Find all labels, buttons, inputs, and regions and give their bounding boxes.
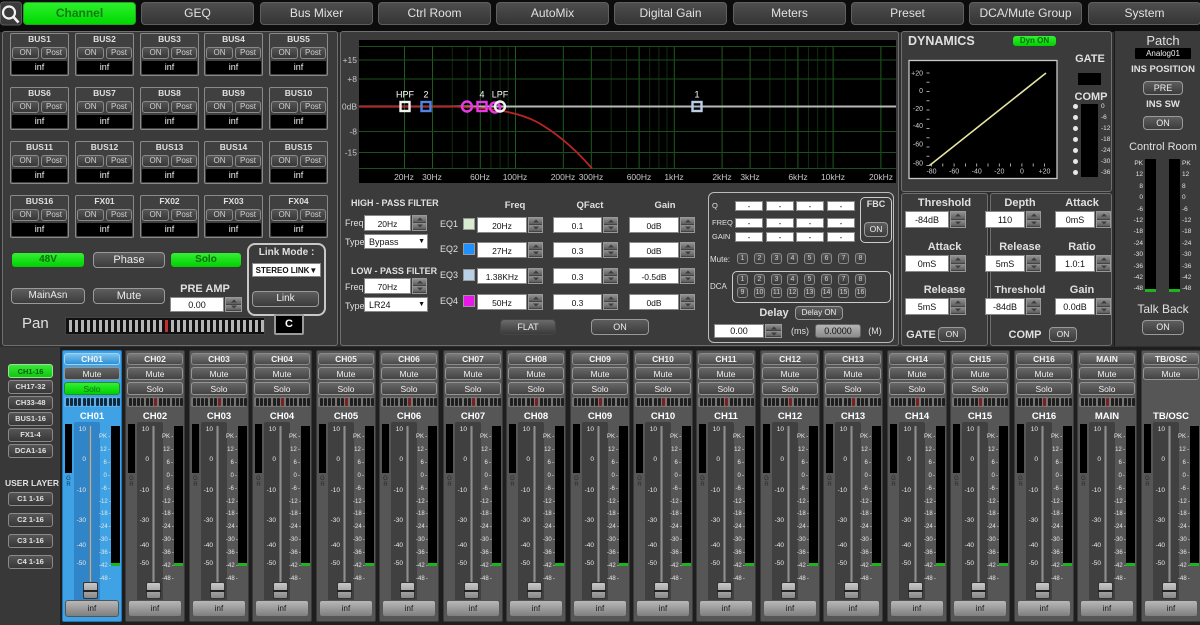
svg-text:2: 2	[423, 90, 428, 100]
svg-text:20Hz: 20Hz	[394, 172, 414, 182]
svg-text:-15: -15	[345, 148, 358, 158]
svg-text:+15: +15	[343, 55, 358, 65]
svg-text:20kHz: 20kHz	[869, 172, 893, 182]
svg-text:LPF: LPF	[492, 90, 509, 100]
svg-text:0: 0	[919, 88, 923, 95]
svg-text:3kHz: 3kHz	[740, 172, 759, 182]
svg-text:6kHz: 6kHz	[788, 172, 807, 182]
svg-text:60Hz: 60Hz	[470, 172, 490, 182]
svg-text:100Hz: 100Hz	[503, 172, 528, 182]
svg-text:HPF: HPF	[396, 90, 415, 100]
svg-text:0: 0	[1020, 169, 1024, 176]
svg-text:-20: -20	[913, 106, 923, 113]
svg-text:-60: -60	[913, 142, 923, 149]
svg-text:1kHz: 1kHz	[664, 172, 683, 182]
svg-text:+20: +20	[911, 71, 923, 78]
svg-text:-8: -8	[349, 127, 357, 137]
svg-text:-60: -60	[949, 169, 959, 176]
svg-text:+8: +8	[347, 74, 357, 84]
svg-text:2kHz: 2kHz	[712, 172, 731, 182]
svg-text:200Hz: 200Hz	[551, 172, 576, 182]
svg-text:-80: -80	[913, 161, 923, 168]
svg-text:4: 4	[479, 90, 484, 100]
svg-text:-20: -20	[994, 169, 1004, 176]
svg-text:600Hz: 600Hz	[627, 172, 652, 182]
svg-text:-40: -40	[913, 123, 923, 130]
svg-text:30Hz: 30Hz	[422, 172, 442, 182]
svg-text:0dB: 0dB	[342, 102, 357, 112]
svg-text:-80: -80	[926, 169, 936, 176]
svg-text:1: 1	[694, 90, 699, 100]
svg-text:10kHz: 10kHz	[821, 172, 845, 182]
svg-text:-40: -40	[972, 169, 982, 176]
svg-text:300Hz: 300Hz	[579, 172, 604, 182]
svg-text:+20: +20	[1039, 169, 1051, 176]
